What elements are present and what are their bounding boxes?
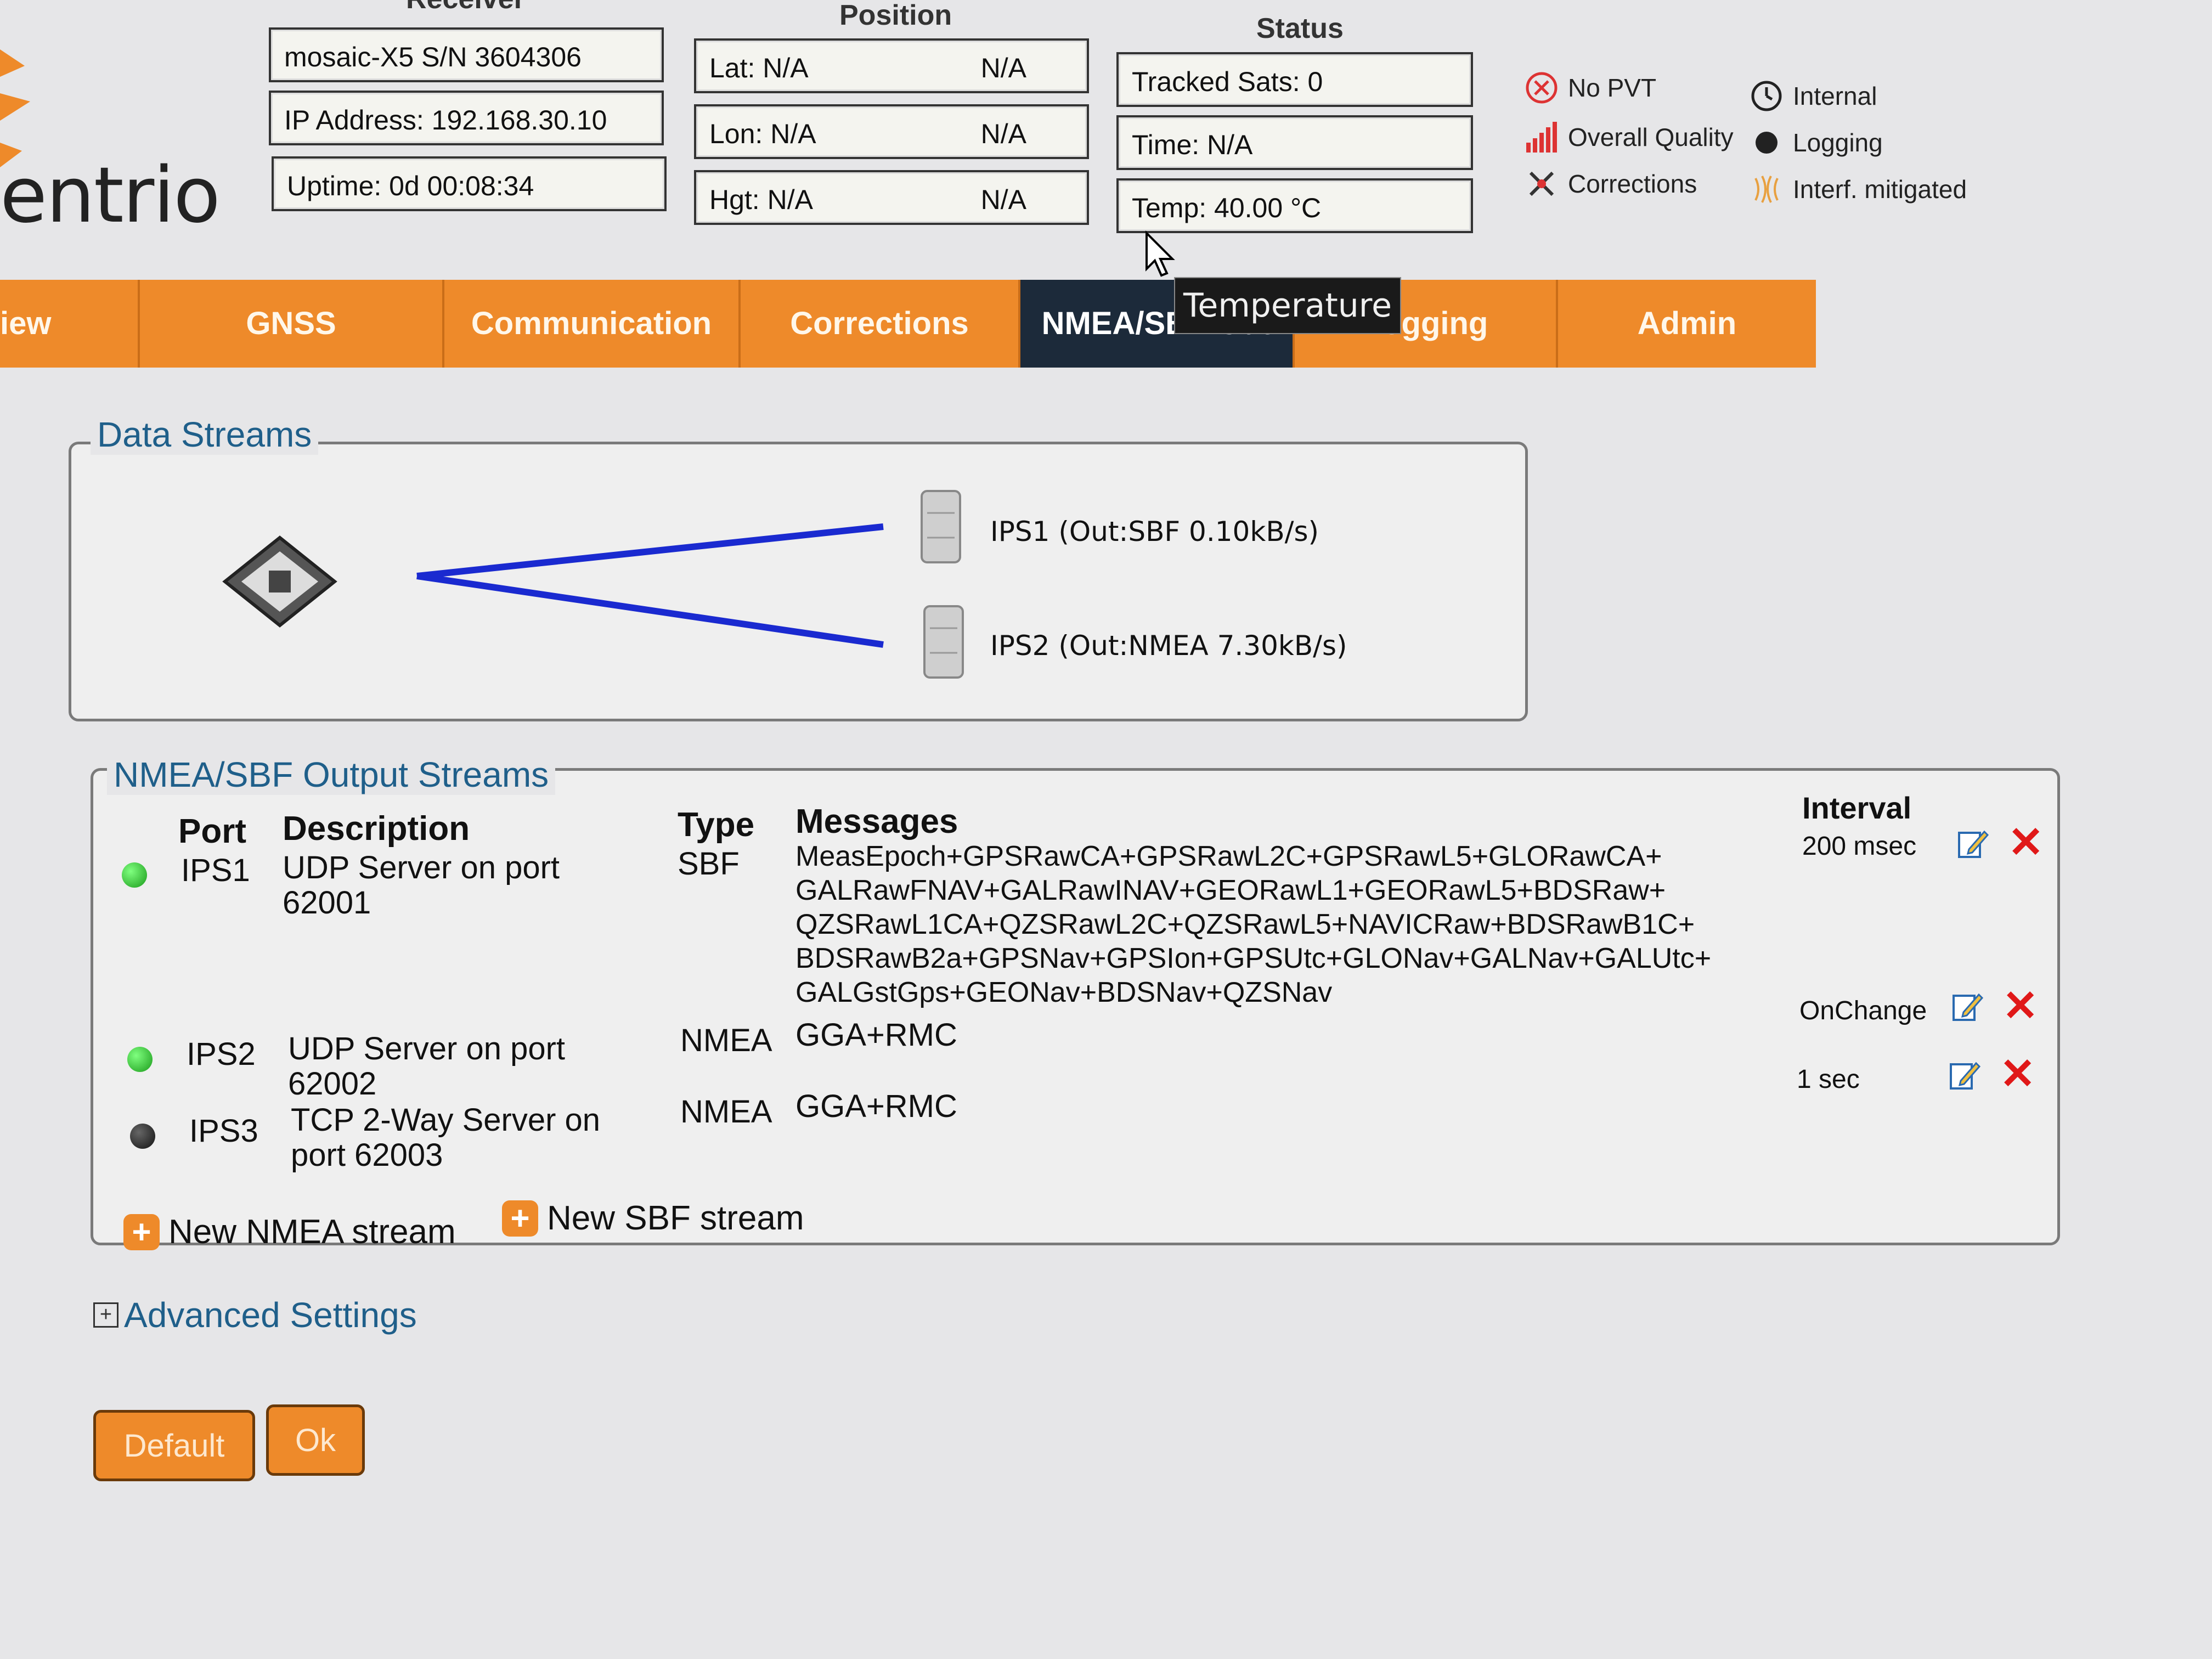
status-dot-ips1: [122, 862, 147, 888]
temperature-box[interactable]: Temp: 40.00 °C: [1116, 178, 1473, 233]
port-ips3: IPS3: [189, 1113, 258, 1149]
delete-ips3-icon[interactable]: ✕: [2000, 1052, 2035, 1095]
header-messages: Messages: [795, 803, 958, 840]
port-ips2: IPS2: [187, 1036, 256, 1072]
receiver-model-box: mosaic-X5 S/N 3604306: [269, 27, 664, 82]
messages-ips1: MeasEpoch+GPSRawCA+GPSRawL2C+GPSRawL5+GL…: [795, 840, 1712, 1008]
legend-logging: Logging: [1750, 126, 1883, 159]
tracked-sats-box: Tracked Sats: 0: [1116, 52, 1473, 107]
description-ips3: TCP 2-Way Server on port 62003: [291, 1102, 601, 1173]
description-ips2: UDP Server on port 62002: [288, 1031, 566, 1102]
plus-icon: +: [123, 1214, 160, 1250]
antenna-icon: [1529, 171, 1554, 196]
delete-ips1-icon[interactable]: ✕: [2008, 821, 2044, 864]
logging-dot-icon: [1756, 132, 1778, 154]
header-description: Description: [283, 810, 470, 848]
tab-overview[interactable]: iew: [0, 280, 140, 368]
edit-ips2-icon[interactable]: [1950, 990, 1983, 1023]
legend-internal: Internal: [1750, 80, 1877, 112]
height-box: Hgt: N/A N/A: [694, 170, 1089, 225]
header-interval: Interval: [1802, 791, 1912, 825]
interval-ips3: 1 sec: [1797, 1065, 1860, 1094]
data-streams-title: Data Streams: [91, 414, 319, 455]
tab-communication[interactable]: Communication: [444, 280, 741, 368]
temperature-tooltip: Temperature: [1174, 277, 1401, 334]
messages-ips2: GGA+RMC: [795, 1017, 957, 1053]
clock-icon: [1751, 81, 1782, 111]
header-port: Port: [178, 812, 246, 850]
legend-interference: Interf. mitigated: [1750, 173, 1967, 206]
new-sbf-stream-button[interactable]: + New SBF stream: [502, 1199, 804, 1238]
receiver-label: Receiver: [406, 0, 525, 15]
stream-lines: [416, 523, 884, 648]
interval-ips2: OnChange: [1799, 996, 1927, 1025]
latitude-label: Lat: N/A: [709, 53, 809, 83]
tab-admin[interactable]: Admin: [1558, 280, 1816, 368]
ip-address-box: IP Address: 192.168.30.10: [269, 91, 664, 145]
delete-ips2-icon[interactable]: ✕: [2002, 984, 2038, 1027]
interference-icon: [1754, 176, 1779, 203]
type-ips2: NMEA: [680, 1023, 772, 1058]
main-nav: iew GNSS Communication Corrections NMEA/…: [0, 280, 1816, 368]
latitude-box: Lat: N/A N/A: [694, 38, 1089, 93]
output-streams-title: NMEA/SBF Output Streams: [107, 754, 556, 795]
ok-button[interactable]: Ok: [266, 1404, 365, 1476]
status-dot-ips2: [127, 1047, 153, 1072]
new-nmea-stream-button[interactable]: + New NMEA stream: [123, 1212, 456, 1251]
legend-no-pvt: No PVT: [1525, 71, 1656, 104]
header-type: Type: [678, 806, 755, 844]
tab-corrections[interactable]: Corrections: [741, 280, 1020, 368]
logo-mark-icon: [0, 49, 30, 167]
height-accuracy: N/A: [980, 184, 1026, 215]
edit-ips3-icon[interactable]: [1948, 1059, 1980, 1092]
position-label: Position: [839, 0, 952, 31]
legend-overall-quality: Overall Quality: [1525, 121, 1734, 154]
messages-ips3: GGA+RMC: [795, 1088, 957, 1124]
latitude-accuracy: N/A: [980, 53, 1026, 83]
signal-bars-icon: [1526, 122, 1557, 153]
default-button[interactable]: Default: [93, 1410, 255, 1481]
no-pvt-icon: [1526, 72, 1558, 104]
stream-ips2-label: IPS2 (Out:NMEA 7.30kB/s): [990, 630, 1347, 662]
type-ips3: NMEA: [680, 1094, 772, 1130]
edit-ips1-icon[interactable]: [1956, 827, 1989, 860]
legend-corrections: Corrections: [1525, 167, 1697, 200]
longitude-box: Lon: N/A N/A: [694, 104, 1089, 159]
advanced-settings-toggle[interactable]: + Advanced Settings: [93, 1295, 417, 1335]
longitude-label: Lon: N/A: [709, 119, 816, 149]
stream-ips1-label: IPS1 (Out:SBF 0.10kB/s): [990, 516, 1319, 548]
mouse-cursor-icon: [1146, 230, 1175, 277]
server-ips1-icon: [921, 490, 961, 563]
expand-icon: +: [93, 1302, 119, 1328]
status-label: Status: [1256, 13, 1344, 44]
description-ips1: UDP Server on port 62001: [283, 850, 560, 921]
server-ips2-icon: [923, 605, 964, 679]
status-dot-ips3: [130, 1124, 155, 1149]
height-label: Hgt: N/A: [709, 184, 813, 215]
interval-ips1: 200 msec: [1802, 832, 1917, 861]
tab-gnss[interactable]: GNSS: [140, 280, 444, 368]
receiver-chip-icon: [222, 535, 337, 628]
longitude-accuracy: N/A: [980, 119, 1026, 149]
uptime-box: Uptime: 0d 00:08:34: [272, 156, 667, 211]
type-ips1: SBF: [678, 846, 740, 882]
time-box: Time: N/A: [1116, 115, 1473, 170]
logo-text: entrio: [0, 151, 221, 240]
port-ips1: IPS1: [181, 853, 250, 888]
plus-icon: +: [502, 1200, 538, 1237]
